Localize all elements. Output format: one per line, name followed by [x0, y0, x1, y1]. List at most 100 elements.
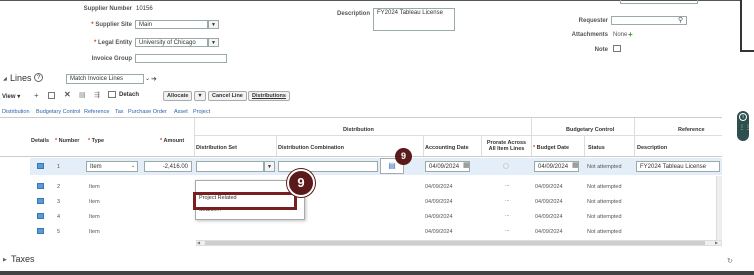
detach-icon[interactable]	[108, 91, 116, 98]
row-budget-date: 04/09/2024	[535, 229, 563, 235]
tab-distribution[interactable]: Distribution	[2, 109, 30, 115]
requester-field[interactable]	[611, 16, 687, 25]
edit-icon[interactable]	[48, 92, 55, 99]
search-icon[interactable]: ⚲	[678, 16, 683, 24]
detach-button[interactable]: Detach	[119, 92, 139, 98]
freeze-icon[interactable]: ▤	[79, 91, 86, 99]
row-prorate: ...	[505, 182, 510, 188]
row-number: 3	[57, 199, 61, 205]
callout-badge-small: 9	[395, 148, 412, 165]
tabs-divider	[0, 117, 722, 118]
col-number: * Number	[55, 138, 80, 144]
note-icon[interactable]	[613, 45, 621, 52]
col-divider	[423, 136, 424, 156]
scrollbar-thumb[interactable]	[205, 241, 705, 245]
details-icon[interactable]	[37, 198, 44, 204]
taxes-title[interactable]: Taxes	[11, 254, 35, 264]
details-icon[interactable]	[37, 213, 44, 219]
supplier-number-label: Supplier Number	[83, 6, 132, 12]
row-amount-field[interactable]: -2,416.00	[144, 161, 192, 172]
tab-reference[interactable]: Reference	[84, 109, 109, 115]
supplier-number-value: 10156	[136, 6, 153, 12]
info-icon[interactable]: i	[739, 113, 747, 121]
row-budget-date: 04/09/2024	[535, 214, 563, 220]
col-divider	[194, 118, 195, 156]
group-header-budgetary-control: Budgetary Control	[566, 127, 615, 133]
col-type: * Type	[88, 138, 105, 144]
view-menu[interactable]: View ▾	[2, 93, 20, 100]
help-icon[interactable]: ?	[34, 73, 43, 82]
tab-tax[interactable]: Tax	[115, 109, 124, 115]
legal-entity-field[interactable]: University of Chicago	[135, 38, 208, 47]
col-divider	[276, 136, 277, 156]
row-number: 2	[57, 184, 61, 190]
prorate-indicator	[503, 163, 509, 169]
col-accounting-date: Accounting Date	[425, 145, 469, 151]
allocate-button[interactable]: Allocate	[163, 91, 193, 101]
description-field[interactable]: FY2024 Tableau License	[373, 8, 455, 31]
delete-icon[interactable]: ✕	[64, 90, 71, 99]
col-divider	[584, 136, 585, 156]
col-details: Details	[31, 138, 50, 144]
legal-entity-label: * Legal Entity	[93, 40, 132, 46]
expand-taxes-icon[interactable]: ▶	[3, 257, 7, 263]
scroll-left-arrow[interactable]: ◀	[197, 240, 200, 245]
col-distribution-combination: Distribution Combination	[278, 145, 344, 151]
add-attachment-icon[interactable]: +	[628, 30, 633, 39]
col-divider	[481, 136, 482, 156]
cancel-line-button[interactable]: Cancel Line	[208, 91, 247, 101]
supplier-site-field[interactable]: Main	[135, 20, 208, 29]
row-prorate: ...	[505, 227, 510, 233]
row-status: Not attempted	[587, 199, 622, 205]
row-prorate: ...	[505, 197, 510, 203]
tab-budgetary-control[interactable]: Budgetary Control	[36, 109, 80, 115]
col-divider	[531, 118, 532, 156]
wrap-icon[interactable]: ⇶	[94, 91, 100, 99]
group-header-reference: Reference	[678, 127, 705, 133]
row-status: Not attempted	[587, 214, 622, 220]
supplier-site-dropdown-button[interactable]: ▼	[208, 20, 219, 29]
col-budget-date: * Budget Date	[533, 145, 570, 151]
row-budget-date: 04/09/2024	[535, 199, 563, 205]
col-description: Description	[637, 145, 668, 151]
chevron-down-icon[interactable]: ⌄	[131, 163, 135, 169]
partial-field[interactable]	[620, 0, 698, 4]
tab-purchase-order[interactable]: Purchase Order	[128, 109, 167, 115]
distributions-button[interactable]: Distributions	[248, 91, 290, 101]
invoice-group-label: Invoice Group	[91, 56, 132, 62]
row-description-field[interactable]: FY2024 Tableau License	[636, 161, 720, 172]
row-accounting-date: 04/09/2024	[425, 214, 453, 220]
row-number: 4	[57, 214, 61, 220]
allocate-dropdown-button[interactable]: ▼	[194, 91, 206, 101]
group-header-divider	[194, 135, 722, 136]
side-panel-frame	[740, 0, 754, 52]
add-row-icon[interactable]: +	[34, 91, 39, 100]
grid-icon: ⋮⋮	[739, 125, 751, 131]
legal-entity-dropdown-button[interactable]: ▼	[208, 38, 219, 47]
row-status: Not attempted	[587, 164, 622, 170]
tab-asset[interactable]: Asset	[174, 109, 188, 115]
distribution-set-dropdown-button[interactable]: ▼	[264, 161, 275, 172]
refresh-icon[interactable]: ↻	[727, 257, 733, 265]
highlight-box	[193, 192, 297, 210]
distribution-set-field[interactable]	[196, 161, 264, 172]
col-status: Status	[588, 145, 605, 151]
callout-badge-large: 9	[287, 169, 315, 197]
lines-title: Lines	[10, 73, 32, 83]
description-label: Description	[336, 11, 370, 17]
match-invoice-lines-select[interactable]: Match Invoice Lines	[66, 74, 144, 84]
details-icon[interactable]	[37, 163, 44, 169]
calendar-icon[interactable]: ▦	[572, 161, 579, 169]
group-header-distribution: Distribution	[343, 127, 374, 133]
collapse-lines-icon[interactable]: ◢	[3, 76, 7, 82]
details-icon[interactable]	[37, 228, 44, 234]
tab-project[interactable]: Project	[193, 109, 210, 115]
col-divider	[634, 118, 635, 156]
details-icon[interactable]	[37, 183, 44, 189]
vertical-scrollbar[interactable]	[716, 176, 722, 240]
chevron-down-icon[interactable]: ⌄	[145, 75, 150, 82]
invoice-group-field[interactable]	[135, 54, 227, 63]
go-icon[interactable]: ➜	[151, 75, 157, 83]
scroll-right-arrow[interactable]: ▶	[715, 240, 718, 245]
calendar-icon[interactable]: ▦	[463, 161, 470, 169]
